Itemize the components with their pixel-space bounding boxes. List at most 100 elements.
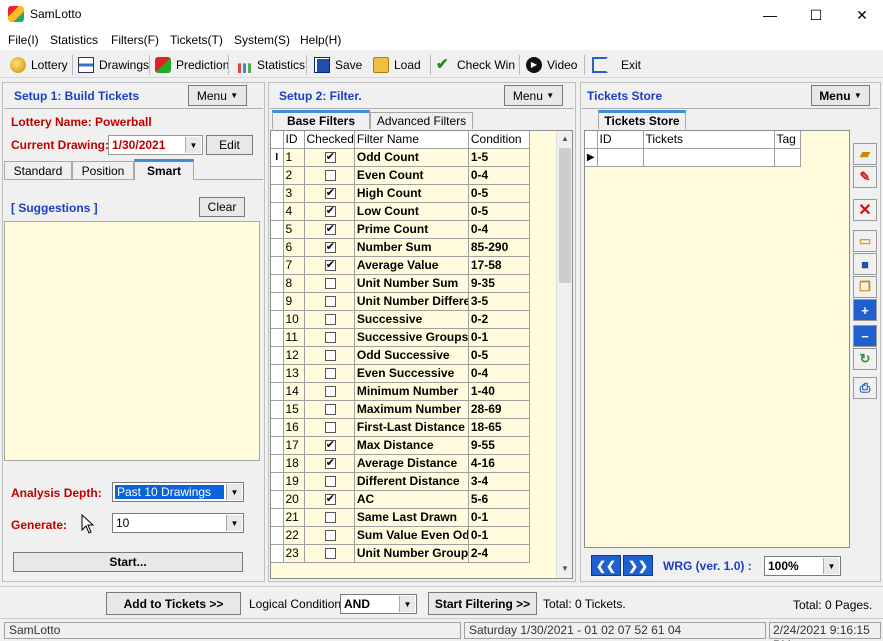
tab-advanced-filters[interactable]: Advanced Filters [370,112,473,129]
row-selector[interactable] [271,472,284,491]
table-row[interactable]: 22 Sum Value Even Od 0-1 [271,526,530,545]
menu-file[interactable]: File(I) [8,33,39,47]
filter-condition-cell[interactable]: 28-69 [468,400,530,419]
store-menu-button[interactable]: Menu ▼ [811,85,870,106]
table-row[interactable]: I1 Odd Count1-5 [271,148,530,167]
filter-condition-cell[interactable]: 0-5 [468,202,530,221]
checkbox-unchecked[interactable] [324,296,336,308]
toolbar-prediction-button[interactable]: Prediction [155,55,229,75]
filter-condition-cell[interactable]: 0-1 [468,328,530,347]
filter-name-cell[interactable]: Even Count [354,166,469,185]
checkbox-checked[interactable] [324,438,336,452]
row-selector[interactable] [271,454,284,473]
filter-condition-cell[interactable]: 9-35 [468,274,530,293]
setup1-menu-button[interactable]: Menu ▼ [188,85,247,106]
filter-condition-cell[interactable]: 3-5 [468,292,530,311]
ticket-cell[interactable] [643,148,775,167]
checkbox-unchecked[interactable] [324,404,336,416]
row-selector[interactable] [271,256,284,275]
menu-help[interactable]: Help(H) [300,33,341,47]
toolbar-load-button[interactable]: Load [373,55,421,75]
menu-tickets[interactable]: Tickets(T) [170,33,223,47]
suggestions-box[interactable] [4,221,260,461]
filter-name-cell[interactable]: Average Value [354,256,469,275]
filter-condition-cell[interactable]: 85-290 [468,238,530,257]
filter-condition-cell[interactable]: 0-1 [468,508,530,527]
page-previous-button[interactable]: ❮❮ [591,555,621,576]
filter-condition-cell[interactable]: 18-65 [468,418,530,437]
ticket-tag-cell[interactable] [774,148,801,167]
row-selector[interactable] [271,526,284,545]
toolbar-lottery-button[interactable]: Lottery [10,55,68,75]
checkbox-unchecked[interactable] [324,332,336,344]
row-selector[interactable] [271,202,284,221]
table-row[interactable]: 10 Successive 0-2 [271,310,530,329]
checkbox-checked[interactable] [324,150,336,164]
filter-name-cell[interactable]: AC [354,490,469,509]
filter-condition-cell[interactable]: 0-5 [468,184,530,203]
open-folder-icon[interactable]: ▭ [853,230,877,252]
column-header-ticket-id[interactable]: ID [597,131,644,149]
filter-name-cell[interactable]: Maximum Number [354,400,469,419]
filter-name-cell[interactable]: Unit Number Group [354,544,469,563]
scroll-down-icon[interactable]: ▼ [561,564,569,573]
menu-filters[interactable]: Filters(F) [111,33,159,47]
row-selector[interactable] [271,274,284,293]
filter-name-cell[interactable]: Different Distance [354,472,469,491]
row-selector[interactable] [271,382,284,401]
table-row[interactable]: 21 Same Last Drawn 0-1 [271,508,530,527]
close-button[interactable]: ✕ [839,0,883,30]
row-selector[interactable] [271,508,284,527]
filter-condition-cell[interactable]: 3-4 [468,472,530,491]
table-row[interactable]: 9 Unit Number Differe 3-5 [271,292,530,311]
row-selector[interactable] [271,400,284,419]
setup2-menu-button[interactable]: Menu ▼ [504,85,563,106]
row-selector[interactable] [271,310,284,329]
column-header-tag[interactable]: Tag [774,131,801,149]
row-selector[interactable] [271,346,284,365]
clear-button[interactable]: Clear [199,197,245,217]
filter-name-cell[interactable]: Sum Value Even Od [354,526,469,545]
filter-condition-cell[interactable]: 0-4 [468,220,530,239]
row-selector[interactable] [271,364,284,383]
filter-name-cell[interactable]: Successive [354,310,469,329]
table-row[interactable]: 20 AC5-6 [271,490,530,509]
menu-system[interactable]: System(S) [234,33,290,47]
checkbox-checked[interactable] [324,186,336,200]
table-row[interactable]: 4 Low Count0-5 [271,202,530,221]
toolbar-checkwin-button[interactable]: ✔ Check Win [436,55,515,75]
row-selector[interactable] [271,544,284,563]
filter-condition-cell[interactable]: 17-58 [468,256,530,275]
row-selector[interactable] [271,166,284,185]
toolbar-save-button[interactable]: Save [314,55,362,75]
row-selector[interactable]: I [271,148,284,167]
filter-name-cell[interactable]: Even Successive [354,364,469,383]
table-row[interactable]: 11 Successive Groups 0-1 [271,328,530,347]
checkbox-checked[interactable] [324,240,336,254]
filter-name-cell[interactable]: Successive Groups [354,328,469,347]
scroll-up-icon[interactable]: ▲ [561,134,569,143]
filter-condition-cell[interactable]: 4-16 [468,454,530,473]
table-row[interactable]: 7 Average Value17-58 [271,256,530,275]
tab-position[interactable]: Position [72,161,134,179]
tab-standard[interactable]: Standard [4,161,72,179]
column-header-id[interactable]: ID [283,131,305,149]
checkbox-unchecked[interactable] [324,350,336,362]
printer-icon[interactable]: ⎙ [853,377,877,399]
scrollbar-thumb[interactable] [559,148,571,283]
toolbar-video-button[interactable]: ▶ Video [526,55,577,75]
checkbox-unchecked[interactable] [324,512,336,524]
table-row[interactable]: 5 Prime Count0-4 [271,220,530,239]
filter-condition-cell[interactable]: 0-5 [468,346,530,365]
filter-name-cell[interactable]: First-Last Distance [354,418,469,437]
filter-condition-cell[interactable]: 0-1 [468,526,530,545]
import-tickets-icon[interactable]: ▰ [853,143,877,165]
row-selector[interactable] [271,220,284,239]
filter-condition-cell[interactable]: 0-2 [468,310,530,329]
checkbox-checked[interactable] [324,204,336,218]
logical-condition-select[interactable]: AND ▼ [340,594,417,614]
filter-condition-cell[interactable]: 2-4 [468,544,530,563]
add-to-tickets-button[interactable]: Add to Tickets >> [106,592,241,615]
generate-select[interactable]: 10 ▼ [112,513,244,533]
table-row[interactable]: 23 Unit Number Group 2-4 [271,544,530,563]
